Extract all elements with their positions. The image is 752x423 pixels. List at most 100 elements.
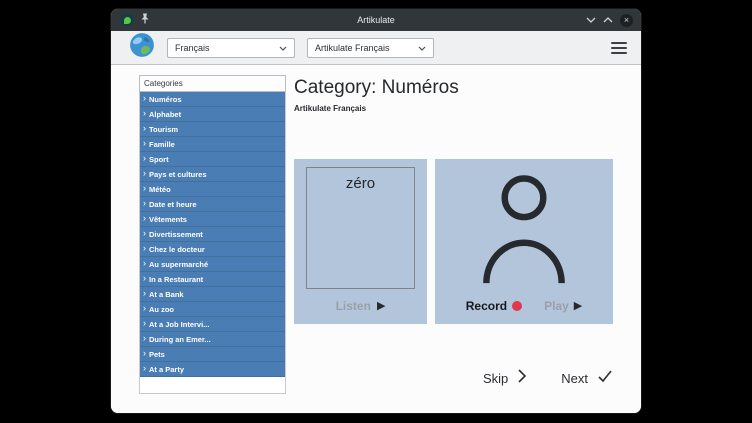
category-label: Météo bbox=[149, 185, 171, 194]
toolbar: Français Artikulate Français bbox=[111, 31, 641, 65]
globe-icon bbox=[129, 32, 155, 63]
chevron-right-icon: › bbox=[143, 184, 146, 193]
pin-icon[interactable] bbox=[140, 11, 150, 29]
close-icon[interactable]: × bbox=[620, 14, 633, 27]
chevron-right-icon: › bbox=[143, 169, 146, 178]
course-select[interactable]: Artikulate Français bbox=[307, 38, 434, 58]
dropdown-arrow-icon bbox=[418, 43, 426, 53]
sidebar-category-item[interactable]: › Chez le docteur bbox=[140, 242, 285, 257]
chevron-right-icon: › bbox=[143, 214, 146, 223]
titlebar[interactable]: Artikulate × bbox=[111, 9, 641, 31]
category-label: Chez le docteur bbox=[149, 245, 205, 254]
category-label: Pays et cultures bbox=[149, 170, 207, 179]
next-label: Next bbox=[561, 371, 588, 386]
category-label: Vêtements bbox=[149, 215, 187, 224]
desktop-background: Artikulate × bbox=[0, 0, 752, 423]
chevron-right-icon: › bbox=[143, 289, 146, 298]
category-label: At a Party bbox=[149, 365, 184, 374]
sidebar-category-item[interactable]: › At a Bank bbox=[140, 287, 285, 302]
chevron-right-icon: › bbox=[143, 199, 146, 208]
chevron-right-icon: › bbox=[143, 274, 146, 283]
categories-sidebar: Categories › Numéros › Alphabet › Touris… bbox=[139, 75, 286, 413]
sidebar-category-item[interactable]: › Sport bbox=[140, 152, 285, 167]
main-panel: Category: Numéros Artikulate Français zé… bbox=[294, 75, 613, 413]
training-cards: zéro Listen ▶ bbox=[294, 159, 613, 324]
sidebar-category-item[interactable]: › Alphabet bbox=[140, 107, 285, 122]
titlebar-right-icons: × bbox=[586, 14, 641, 27]
play-label: Play bbox=[544, 299, 569, 313]
play-button[interactable]: Play ▶ bbox=[544, 299, 582, 313]
minimize-icon[interactable] bbox=[586, 17, 596, 23]
category-label: During an Emer... bbox=[149, 335, 211, 344]
skip-button[interactable]: Skip bbox=[483, 368, 527, 389]
record-button[interactable]: Record bbox=[466, 299, 522, 313]
sidebar-category-item[interactable]: › Météo bbox=[140, 182, 285, 197]
sidebar-category-item[interactable]: › Date et heure bbox=[140, 197, 285, 212]
record-dot-icon bbox=[512, 301, 522, 311]
course-select-value: Artikulate Français bbox=[315, 43, 390, 53]
phrase-text: zéro bbox=[346, 175, 375, 288]
category-label: In a Restaurant bbox=[149, 275, 203, 284]
sidebar-category-item[interactable]: › Au zoo bbox=[140, 302, 285, 317]
next-button[interactable]: Next bbox=[561, 368, 613, 389]
chevron-right-icon: › bbox=[143, 259, 146, 268]
chevron-right-icon: › bbox=[143, 154, 146, 163]
chevron-right-icon: › bbox=[143, 139, 146, 148]
record-card: Record Play ▶ bbox=[435, 159, 613, 324]
hamburger-menu-icon[interactable] bbox=[611, 42, 627, 54]
sidebar-category-item[interactable]: › Famille bbox=[140, 137, 285, 152]
chevron-right-icon: › bbox=[143, 94, 146, 103]
sidebar-category-item[interactable]: › Tourism bbox=[140, 122, 285, 137]
listen-button[interactable]: Listen ▶ bbox=[336, 299, 386, 313]
category-label: Tourism bbox=[149, 125, 178, 134]
dropdown-arrow-icon bbox=[279, 43, 287, 53]
sidebar-category-item[interactable]: › During an Emer... bbox=[140, 332, 285, 347]
chevron-right-icon: › bbox=[143, 244, 146, 253]
maximize-icon[interactable] bbox=[603, 17, 613, 23]
category-label: Date et heure bbox=[149, 200, 197, 209]
play-icon: ▶ bbox=[377, 301, 385, 312]
phrase-box: zéro bbox=[306, 167, 415, 289]
record-label: Record bbox=[466, 299, 507, 313]
categories-header: Categories bbox=[139, 75, 286, 92]
chevron-right-icon: › bbox=[143, 334, 146, 343]
sidebar-category-item[interactable]: › At a Job Intervi... bbox=[140, 317, 285, 332]
content-area: Categories › Numéros › Alphabet › Touris… bbox=[111, 65, 641, 413]
chevron-right-icon: › bbox=[143, 304, 146, 313]
person-icon bbox=[478, 173, 570, 290]
category-label: Au zoo bbox=[149, 305, 174, 314]
sidebar-category-item[interactable]: › In a Restaurant bbox=[140, 272, 285, 287]
navigation-footer: Skip Next bbox=[294, 368, 613, 389]
category-label: Numéros bbox=[149, 95, 182, 104]
sidebar-category-item[interactable]: › Au supermarché bbox=[140, 257, 285, 272]
page-title: Category: Numéros bbox=[294, 77, 613, 99]
record-play-actions: Record Play ▶ bbox=[466, 299, 583, 313]
language-select[interactable]: Français bbox=[167, 38, 295, 58]
category-label: Sport bbox=[149, 155, 169, 164]
sidebar-category-item[interactable]: › Pays et cultures bbox=[140, 167, 285, 182]
category-label: Famille bbox=[149, 140, 175, 149]
chevron-right-icon: › bbox=[143, 124, 146, 133]
chevron-right-icon: › bbox=[143, 349, 146, 358]
play-icon: ▶ bbox=[574, 301, 582, 312]
chevron-right-icon: › bbox=[143, 109, 146, 118]
sidebar-category-item[interactable]: › At a Party bbox=[140, 362, 285, 377]
category-label: At a Job Intervi... bbox=[149, 320, 209, 329]
category-label: Alphabet bbox=[149, 110, 181, 119]
category-label: At a Bank bbox=[149, 290, 184, 299]
sidebar-category-item[interactable]: › Vêtements bbox=[140, 212, 285, 227]
sidebar-category-item[interactable]: › Divertissement bbox=[140, 227, 285, 242]
skip-label: Skip bbox=[483, 371, 508, 386]
window-title: Artikulate bbox=[111, 15, 641, 25]
chevron-right-icon: › bbox=[143, 319, 146, 328]
checkmark-icon bbox=[597, 368, 613, 389]
chevron-right-icon: › bbox=[143, 229, 146, 238]
sidebar-category-item[interactable]: › Pets bbox=[140, 347, 285, 362]
phrase-card: zéro Listen ▶ bbox=[294, 159, 427, 324]
category-label: Pets bbox=[149, 350, 165, 359]
category-label: Au supermarché bbox=[149, 260, 208, 269]
category-list: › Numéros › Alphabet › Tourism › Famille… bbox=[139, 92, 286, 394]
sidebar-category-item[interactable]: › Numéros bbox=[140, 92, 285, 107]
course-subtitle: Artikulate Français bbox=[294, 104, 613, 113]
skip-arrow-icon bbox=[517, 368, 527, 389]
